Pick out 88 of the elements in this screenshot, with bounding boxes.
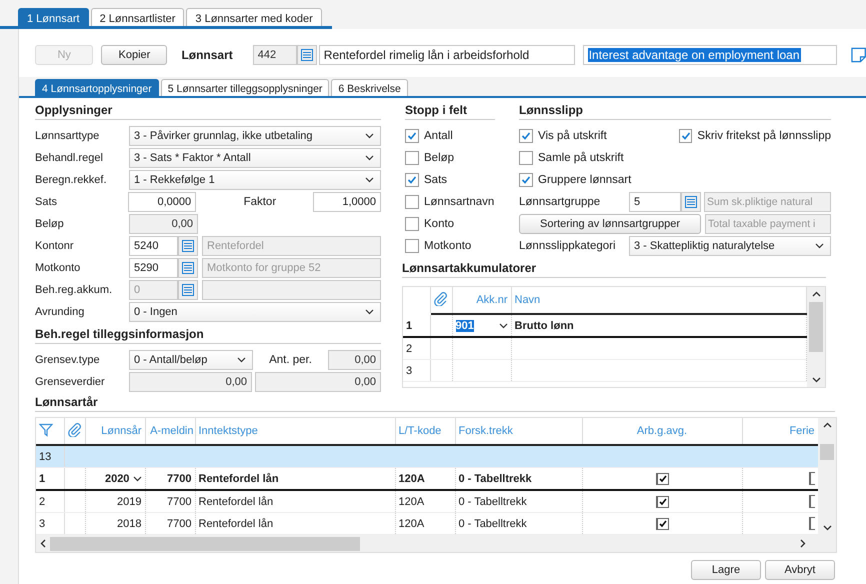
- field-label: Lønnsart: [181, 48, 233, 62]
- field-label: Sats: [35, 196, 58, 208]
- table-cell: 2018: [117, 518, 142, 530]
- copy-button[interactable]: Kopier: [101, 45, 168, 65]
- row-number: 1: [403, 314, 430, 337]
- table-cell: Rentefordel lån: [195, 490, 395, 512]
- code-field[interactable]: 5240: [129, 236, 178, 256]
- field-label: Behandl.regel: [35, 152, 104, 164]
- table-cell: 2019: [117, 496, 142, 508]
- row-number: 3: [403, 360, 430, 382]
- tab[interactable]: 2 Lønnsartlister: [90, 8, 184, 26]
- section-title: Lønnsartakkumulatorer: [402, 261, 826, 278]
- table-cell: 7700: [145, 468, 195, 490]
- field-label: Grensev.type: [35, 354, 101, 366]
- number-field[interactable]: 0,00: [255, 372, 381, 392]
- table-cell: 0 - Tabelltrekk: [455, 490, 582, 512]
- number-field[interactable]: 0,00: [129, 372, 252, 392]
- code-field[interactable]: 5290: [129, 258, 178, 278]
- checkbox-label: Gruppere lønnsart: [538, 174, 632, 186]
- field-label: Faktor: [244, 196, 278, 208]
- table-cell: 0 - Tabelltrekk: [455, 468, 582, 490]
- dropdown[interactable]: 3 - Påvirker grunnlag, ikke utbetaling: [129, 126, 381, 146]
- row-number: 1: [36, 468, 64, 490]
- section-title: Opplysninger: [35, 103, 381, 120]
- checkbox-label: Vis på utskrift: [538, 130, 607, 142]
- tab[interactable]: 6 Beskrivelse: [331, 79, 408, 96]
- checkbox-label: Beløp: [424, 152, 454, 164]
- field-label: Kontonr: [35, 240, 75, 252]
- tab[interactable]: 4 Lønnsartopplysninger: [35, 79, 159, 96]
- table-cell: Rentefordel lån: [195, 468, 395, 490]
- dialog-button[interactable]: Lagre: [691, 560, 761, 580]
- sort-groups-button[interactable]: Sortering av lønnsartgrupper: [519, 214, 701, 234]
- row-number: 3: [36, 512, 64, 534]
- table-cell: Brutto lønn: [514, 320, 574, 332]
- table-row[interactable]: 3: [403, 360, 806, 382]
- dropdown[interactable]: 1 - Rekkefølge 1: [129, 170, 381, 190]
- dropdown[interactable]: 0 - Ingen: [129, 302, 381, 322]
- description-field: Motkonto for gruppe 52: [202, 258, 381, 278]
- name-field[interactable]: Rentefordel rimelig lån i arbeidsforhold: [318, 45, 575, 65]
- table-row[interactable]: 2 2019 7700 Rentefordel lån 120A 0 - Tabelltrekk: [36, 490, 818, 512]
- table-row[interactable]: 1 2020 7700 Rentefordel lån 120A 0 - Tabelltrekk: [36, 468, 818, 490]
- tab[interactable]: 3 Lønnsarter med koder: [186, 8, 322, 26]
- dropdown[interactable]: 3 - Sats * Faktor * Antall: [129, 148, 381, 168]
- table-cell: 2020: [104, 472, 130, 484]
- section-title: Stopp i felt: [405, 103, 495, 120]
- field-label: Lønnsslippkategori: [519, 240, 617, 252]
- field-label: Avrunding: [35, 306, 86, 318]
- dialog-button[interactable]: Avbryt: [765, 560, 835, 580]
- code-field[interactable]: 442: [252, 45, 297, 65]
- table-cell: 7700: [145, 490, 195, 512]
- english-name-field[interactable]: Interest advantage on employment loan: [582, 45, 837, 65]
- description-field: Sum sk.pliktige natural: [704, 192, 831, 212]
- dropdown[interactable]: 3 - Skattepliktig naturalytelse: [629, 236, 831, 256]
- checkbox-label: Konto: [424, 218, 454, 230]
- tab[interactable]: 5 Lønnsarter tilleggsopplysninger: [160, 79, 330, 96]
- table-row[interactable]: 1 901 Brutto lønn: [403, 314, 806, 337]
- field-label: Beløp: [35, 218, 65, 230]
- number-field[interactable]: 0,0000: [128, 192, 196, 212]
- tab[interactable]: 1 Lønnsart: [18, 8, 89, 26]
- checkbox-label: Motkonto: [424, 240, 472, 252]
- table-cell: 120A: [395, 468, 455, 490]
- table-cell: 120A: [395, 490, 455, 512]
- checkbox-label: Antall: [424, 130, 453, 142]
- checkbox-label: Lønnsartnavn: [424, 196, 494, 208]
- checkbox-label: Sats: [424, 174, 448, 186]
- row-number: 13: [36, 445, 64, 468]
- table-row[interactable]: 2: [403, 337, 806, 360]
- dropdown[interactable]: 0 - Antall/beløp: [129, 350, 253, 370]
- number-field[interactable]: 0,00: [328, 350, 381, 370]
- table-cell: 901: [456, 320, 474, 332]
- row-number: 2: [36, 490, 64, 512]
- field-label: Lønnsartgruppe: [519, 196, 602, 208]
- number-field[interactable]: 1,0000: [312, 192, 381, 212]
- description-field: Rentefordel: [202, 236, 381, 256]
- field-label: Beregn.rekkef.: [35, 174, 108, 186]
- row-number: 2: [403, 337, 430, 360]
- field-label: Lønnsarttype: [35, 130, 100, 142]
- field-label: Grenseverdier: [35, 376, 106, 388]
- section-title: Lønnsslipp: [519, 103, 831, 120]
- checkbox-label: Skriv fritekst på lønnsslipp: [697, 130, 831, 142]
- section-title: Lønnsartår: [35, 395, 835, 412]
- checkbox-label: Samle på utskrift: [538, 152, 624, 164]
- field-label: Beh.reg.akkum.: [35, 284, 114, 296]
- section-title: Beh.regel tilleggsinformasjon: [35, 327, 381, 344]
- field-label: Motkonto: [35, 262, 82, 274]
- description-field: Total taxable payment i: [705, 214, 831, 234]
- code-field[interactable]: 5: [629, 192, 681, 212]
- field-label: Ant. per.: [268, 354, 313, 366]
